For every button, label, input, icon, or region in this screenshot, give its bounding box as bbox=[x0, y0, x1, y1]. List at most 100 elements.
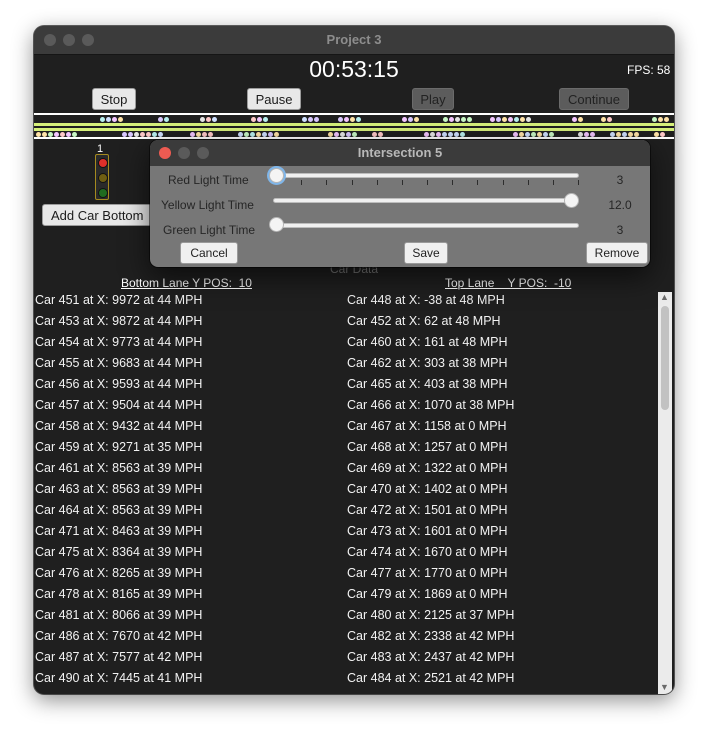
list-item[interactable]: Car 463 at X: 8563 at 39 MPH bbox=[35, 479, 202, 500]
list-item[interactable]: Car 464 at X: 8563 at 39 MPH bbox=[35, 500, 202, 521]
car-list-scrollbar[interactable]: ▲ ▼ bbox=[658, 292, 672, 694]
list-item[interactable]: Car 475 at X: 8364 at 39 MPH bbox=[35, 542, 202, 563]
list-item[interactable]: Car 469 at X: 1322 at 0 MPH bbox=[347, 458, 514, 479]
list-item[interactable]: Car 477 at X: 1770 at 0 MPH bbox=[347, 563, 514, 584]
list-item[interactable]: Car 455 at X: 9683 at 44 MPH bbox=[35, 353, 202, 374]
list-item[interactable]: Car 462 at X: 303 at 38 MPH bbox=[347, 353, 514, 374]
car-marker bbox=[72, 132, 77, 137]
slider-tick bbox=[552, 180, 554, 185]
red-light-slider[interactable] bbox=[273, 173, 579, 178]
intersection-dialog: Intersection 5 Red Light Time 3 Yellow L… bbox=[150, 140, 650, 267]
yellow-light-slider-thumb[interactable] bbox=[564, 193, 579, 208]
car-marker bbox=[338, 117, 343, 122]
car-marker bbox=[202, 132, 207, 137]
list-item[interactable]: Car 453 at X: 9872 at 44 MPH bbox=[35, 311, 202, 332]
list-item[interactable]: Car 470 at X: 1402 at 0 MPH bbox=[347, 479, 514, 500]
car-marker bbox=[654, 132, 659, 137]
list-item[interactable]: Car 482 at X: 2338 at 42 MPH bbox=[347, 626, 514, 647]
slider-tick bbox=[477, 180, 479, 185]
list-item[interactable]: Car 461 at X: 8563 at 39 MPH bbox=[35, 458, 202, 479]
cancel-button[interactable]: Cancel bbox=[180, 242, 238, 264]
window-title: Project 3 bbox=[326, 32, 382, 47]
list-item[interactable]: Car 465 at X: 403 at 38 MPH bbox=[347, 374, 514, 395]
car-marker bbox=[140, 132, 145, 137]
green-light-slider-thumb[interactable] bbox=[269, 217, 284, 232]
car-marker bbox=[502, 117, 507, 122]
car-marker bbox=[346, 132, 351, 137]
slider-tick bbox=[527, 180, 529, 185]
car-marker bbox=[455, 117, 460, 122]
scroll-down-icon[interactable]: ▼ bbox=[660, 682, 669, 692]
car-marker bbox=[352, 132, 357, 137]
car-marker bbox=[42, 132, 47, 137]
list-item[interactable]: Car 451 at X: 9972 at 44 MPH bbox=[35, 290, 202, 311]
list-item[interactable]: Car 479 at X: 1869 at 0 MPH bbox=[347, 584, 514, 605]
bottom-lane-list[interactable]: Car 451 at X: 9972 at 44 MPH Car 453 at X… bbox=[35, 290, 202, 689]
list-item[interactable]: Car 468 at X: 1257 at 0 MPH bbox=[347, 437, 514, 458]
car-marker bbox=[442, 132, 447, 137]
scroll-thumb[interactable] bbox=[661, 306, 669, 410]
car-marker bbox=[549, 132, 554, 137]
list-item[interactable]: Car 460 at X: 161 at 48 MPH bbox=[347, 332, 514, 353]
remove-button[interactable]: Remove bbox=[586, 242, 648, 264]
car-marker bbox=[590, 132, 595, 137]
list-item[interactable]: Car 457 at X: 9504 at 44 MPH bbox=[35, 395, 202, 416]
car-marker bbox=[128, 132, 133, 137]
car-marker bbox=[308, 117, 313, 122]
list-item[interactable]: Car 458 at X: 9432 at 44 MPH bbox=[35, 416, 202, 437]
list-item[interactable]: Car 473 at X: 1601 at 0 MPH bbox=[347, 521, 514, 542]
list-item[interactable]: Car 484 at X: 2521 at 42 MPH bbox=[347, 668, 514, 689]
list-item[interactable]: Car 487 at X: 7577 at 42 MPH bbox=[35, 647, 202, 668]
list-item[interactable]: Car 476 at X: 8265 at 39 MPH bbox=[35, 563, 202, 584]
car-marker bbox=[537, 132, 542, 137]
list-item[interactable]: Car 448 at X: -38 at 48 MPH bbox=[347, 290, 514, 311]
list-item[interactable]: Car 490 at X: 7445 at 41 MPH bbox=[35, 668, 202, 689]
save-button[interactable]: Save bbox=[404, 242, 448, 264]
list-item[interactable]: Car 480 at X: 2125 at 37 MPH bbox=[347, 605, 514, 626]
red-light-slider-thumb[interactable] bbox=[269, 168, 284, 183]
yellow-light-slider[interactable] bbox=[273, 198, 579, 203]
car-marker bbox=[314, 117, 319, 122]
road-edge-top bbox=[34, 113, 674, 115]
list-item[interactable]: Car 452 at X: 62 at 48 MPH bbox=[347, 311, 514, 332]
list-item[interactable]: Car 481 at X: 8066 at 39 MPH bbox=[35, 605, 202, 626]
green-lamp-icon bbox=[98, 188, 108, 198]
car-marker bbox=[525, 132, 530, 137]
car-marker bbox=[251, 117, 256, 122]
slider-tick bbox=[326, 180, 328, 185]
list-item[interactable]: Car 474 at X: 1670 at 0 MPH bbox=[347, 542, 514, 563]
list-item[interactable]: Car 483 at X: 2437 at 42 MPH bbox=[347, 647, 514, 668]
car-marker bbox=[256, 132, 261, 137]
car-marker bbox=[372, 132, 377, 137]
list-item[interactable]: Car 454 at X: 9773 at 44 MPH bbox=[35, 332, 202, 353]
pause-button[interactable]: Pause bbox=[247, 88, 301, 110]
car-marker bbox=[340, 132, 345, 137]
traffic-light[interactable] bbox=[95, 154, 109, 200]
list-item[interactable]: Car 466 at X: 1070 at 38 MPH bbox=[347, 395, 514, 416]
car-marker bbox=[448, 132, 453, 137]
scroll-up-icon[interactable]: ▲ bbox=[660, 292, 669, 302]
continue-button[interactable]: Continue bbox=[559, 88, 629, 110]
list-item[interactable]: Car 472 at X: 1501 at 0 MPH bbox=[347, 500, 514, 521]
list-item[interactable]: Car 467 at X: 1158 at 0 MPH bbox=[347, 416, 514, 437]
car-marker bbox=[622, 132, 627, 137]
car-marker bbox=[200, 117, 205, 122]
car-marker bbox=[543, 132, 548, 137]
green-light-slider[interactable] bbox=[273, 223, 579, 228]
list-item[interactable]: Car 471 at X: 8463 at 39 MPH bbox=[35, 521, 202, 542]
car-marker bbox=[356, 117, 361, 122]
simulation-clock: 00:53:15 bbox=[309, 56, 399, 82]
car-marker bbox=[424, 132, 429, 137]
list-item[interactable]: Car 478 at X: 8165 at 39 MPH bbox=[35, 584, 202, 605]
yellow-light-label: Yellow Light Time bbox=[161, 198, 254, 212]
list-item[interactable]: Car 459 at X: 9271 at 35 MPH bbox=[35, 437, 202, 458]
car-marker bbox=[514, 117, 519, 122]
stop-button[interactable]: Stop bbox=[92, 88, 136, 110]
car-marker bbox=[208, 132, 213, 137]
play-button[interactable]: Play bbox=[412, 88, 454, 110]
list-item[interactable]: Car 486 at X: 7670 at 42 MPH bbox=[35, 626, 202, 647]
car-marker bbox=[100, 117, 105, 122]
top-lane-header: Top Lane Y POS: -10 bbox=[445, 276, 572, 290]
list-item[interactable]: Car 456 at X: 9593 at 44 MPH bbox=[35, 374, 202, 395]
top-lane-list[interactable]: Car 448 at X: -38 at 48 MPH Car 452 at X:… bbox=[347, 290, 514, 689]
